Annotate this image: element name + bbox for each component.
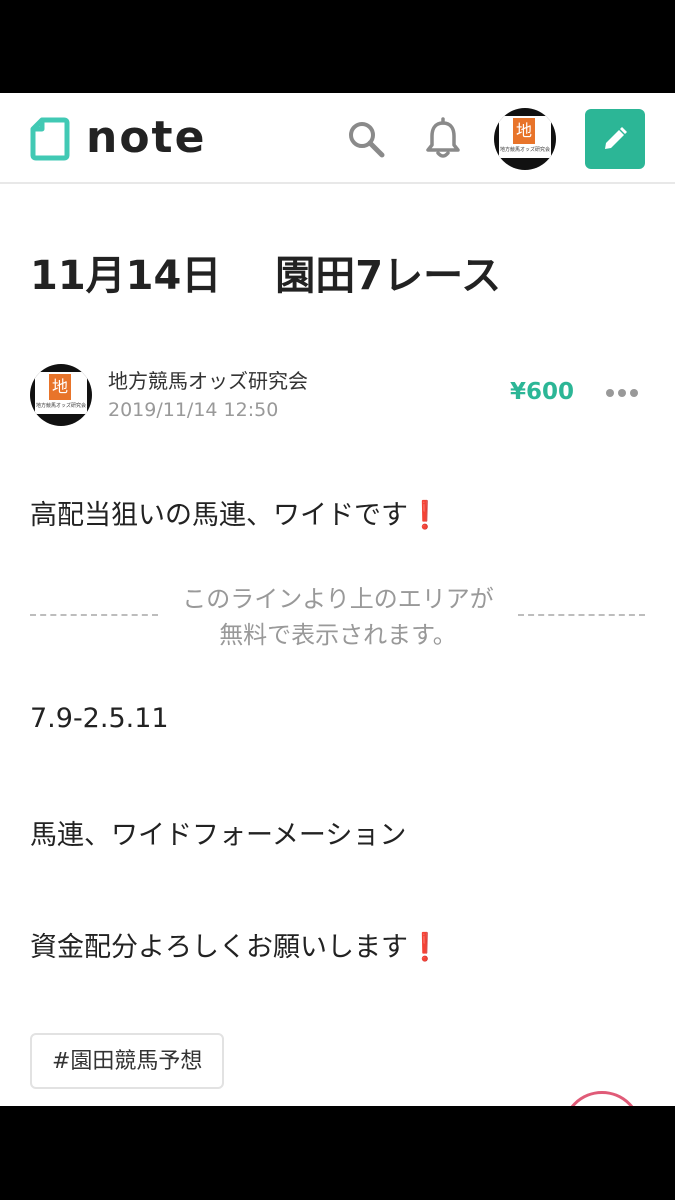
app-header: note 地 地方競馬オッズ研究会 <box>0 93 675 184</box>
bet-type: 馬連、ワイドフォーメーション <box>30 820 407 851</box>
intro-paragraph: 高配当狙いの馬連、ワイドです❗ <box>30 493 442 532</box>
closing-text: 資金配分よろしくお願いします <box>30 932 408 963</box>
more-options-icon[interactable] <box>606 389 640 399</box>
intro-text: 高配当狙いの馬連、ワイドです <box>30 500 408 531</box>
paywall-divider-right <box>518 614 645 616</box>
author-avatar-badge: 地 <box>49 374 71 400</box>
bell-icon[interactable] <box>424 117 462 159</box>
like-button[interactable] <box>562 1091 642 1106</box>
author-avatar-caption: 地方競馬オッズ研究会 <box>35 403 86 409</box>
author-avatar[interactable]: 地 地方競馬オッズ研究会 <box>30 364 92 426</box>
search-icon[interactable] <box>346 119 386 159</box>
paywall-line-2: 無料で表示されます。 <box>219 621 457 649</box>
avatar-caption: 地方競馬オッズ研究会 <box>499 147 550 153</box>
paywall-notice: このラインより上のエリアが 無料で表示されます。 <box>160 581 516 653</box>
exclamation-emoji: ❗ <box>408 932 442 963</box>
note-logo-icon <box>30 117 70 161</box>
user-avatar[interactable]: 地 地方競馬オッズ研究会 <box>494 108 556 170</box>
screen: note 地 地方競馬オッズ研究会 11月14日 園田7レース 地 地方競馬オッ… <box>0 93 675 1106</box>
article-title: 11月14日 園田7レース <box>30 253 502 299</box>
post-date: 2019/11/14 12:50 <box>108 399 279 421</box>
author-name[interactable]: 地方競馬オッズ研究会 <box>108 365 308 394</box>
avatar-badge: 地 <box>513 118 535 144</box>
author-avatar-image: 地 地方競馬オッズ研究会 <box>35 372 87 414</box>
logo-text: note <box>86 112 207 163</box>
paywall-line-1: このラインより上のエリアが <box>182 585 494 613</box>
exclamation-emoji: ❗ <box>408 500 442 531</box>
hashtag-chip[interactable]: #園田競馬予想 <box>30 1033 225 1089</box>
paywall-divider-left <box>30 614 158 616</box>
closing-paragraph: 資金配分よろしくお願いします❗ <box>30 925 442 964</box>
bet-numbers: 7.9-2.5.11 <box>30 703 169 734</box>
pencil-icon <box>605 127 627 149</box>
avatar-image: 地 地方競馬オッズ研究会 <box>499 116 551 158</box>
write-post-button[interactable] <box>585 109 645 169</box>
price-label: ¥600 <box>510 379 575 405</box>
